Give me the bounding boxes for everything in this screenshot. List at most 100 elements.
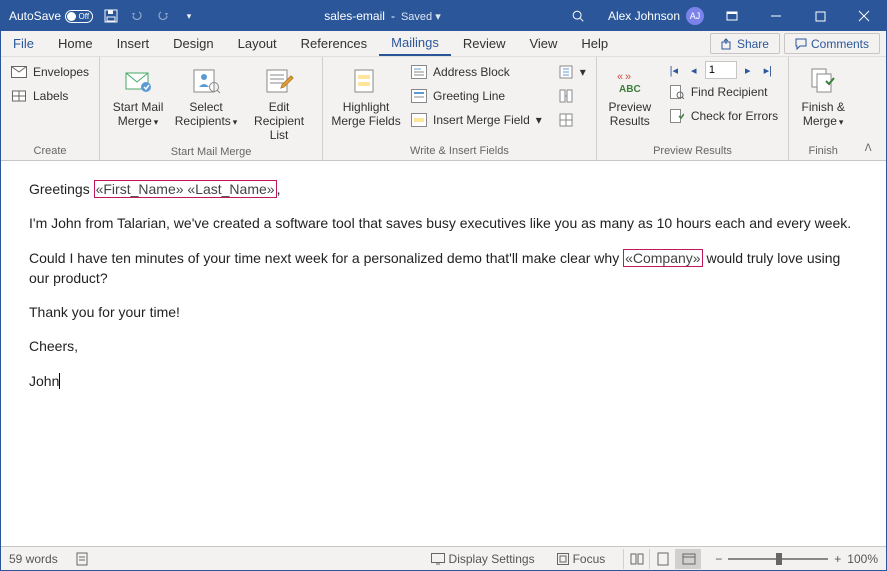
first-record-button[interactable]: |◂ (665, 61, 683, 79)
recipients-icon (190, 65, 222, 97)
share-button[interactable]: Share (710, 33, 780, 54)
word-count[interactable]: 59 words (9, 552, 58, 566)
web-layout-button[interactable] (675, 549, 701, 569)
last-record-button[interactable]: ▸| (759, 61, 777, 79)
paragraph-ask: Could I have ten minutes of your time ne… (29, 248, 858, 289)
read-mode-button[interactable] (623, 549, 649, 569)
ribbon-display-options-icon[interactable] (710, 1, 754, 31)
text-cursor (59, 373, 60, 389)
autosave-label: AutoSave (9, 9, 61, 23)
edit-list-icon (263, 65, 295, 97)
tab-insert[interactable]: Insert (105, 31, 162, 56)
finish-merge-button[interactable]: Finish &Merge▾ (795, 61, 851, 131)
print-layout-button[interactable] (649, 549, 675, 569)
finish-icon (807, 65, 839, 97)
minimize-icon[interactable] (754, 1, 798, 31)
record-navigator: |◂ ◂ ▸ ▸| (665, 61, 782, 79)
find-recipient-button[interactable]: Find Recipient (665, 81, 782, 103)
close-icon[interactable] (842, 1, 886, 31)
group-label-preview: Preview Results (597, 143, 788, 160)
paragraph-signature: John (29, 371, 858, 391)
redo-icon[interactable] (155, 8, 171, 24)
group-label-create: Create (1, 143, 99, 160)
zoom-in-button[interactable]: + (834, 552, 841, 566)
user-account[interactable]: Alex Johnson AJ (608, 7, 704, 25)
find-icon (669, 84, 685, 100)
focus-button[interactable]: Focus (553, 552, 610, 566)
insert-merge-field-button[interactable]: Insert Merge Field ▾ (407, 109, 546, 131)
group-label-write: Write & Insert Fields (323, 143, 596, 160)
avatar: AJ (686, 7, 704, 25)
tab-file[interactable]: File (1, 31, 46, 56)
view-modes (623, 549, 701, 569)
group-label-finish: Finish (789, 143, 857, 160)
focus-icon (557, 553, 569, 565)
merge-field-company: «Company» (623, 249, 703, 267)
merge-field-name: «First_Name» «Last_Name» (94, 180, 277, 198)
window-controls (710, 1, 886, 31)
ribbon: Envelopes Labels Create Start MailMerge▾… (1, 57, 886, 161)
match-fields-icon (558, 88, 574, 104)
edit-recipient-list-button[interactable]: EditRecipient List (242, 61, 316, 144)
insert-field-icon (411, 112, 427, 128)
undo-icon[interactable] (129, 8, 145, 24)
spelling-status-icon[interactable] (72, 552, 94, 566)
check-errors-icon (669, 108, 685, 124)
tab-help[interactable]: Help (569, 31, 620, 56)
tab-view[interactable]: View (517, 31, 569, 56)
update-labels-button[interactable] (554, 109, 590, 131)
zoom-slider[interactable] (728, 558, 828, 560)
envelopes-button[interactable]: Envelopes (7, 61, 93, 83)
titlebar-title: sales-email - Saved ▾ (197, 9, 568, 23)
tab-references[interactable]: References (289, 31, 379, 56)
save-icon[interactable] (103, 8, 119, 24)
paragraph-cheers: Cheers, (29, 336, 858, 356)
tab-design[interactable]: Design (161, 31, 225, 56)
toggle-switch[interactable]: Off (65, 10, 93, 23)
autosave-toggle[interactable]: AutoSave Off (9, 9, 93, 23)
group-finish: Finish &Merge▾ Finish (789, 57, 857, 160)
highlight-merge-fields-button[interactable]: HighlightMerge Fields (329, 61, 403, 131)
status-bar: 59 words Display Settings Focus − + 100% (1, 546, 886, 570)
labels-button[interactable]: Labels (7, 85, 93, 107)
prev-record-button[interactable]: ◂ (685, 61, 703, 79)
document-body[interactable]: Greetings «First_Name» «Last_Name», I'm … (1, 161, 886, 546)
collapse-ribbon-button[interactable]: ᐱ (857, 57, 879, 160)
next-record-button[interactable]: ▸ (739, 61, 757, 79)
tab-layout[interactable]: Layout (226, 31, 289, 56)
preview-results-button[interactable]: «»ABC PreviewResults (603, 61, 657, 131)
zoom-percent[interactable]: 100% (847, 552, 878, 566)
tab-mailings[interactable]: Mailings (379, 31, 451, 56)
display-icon (431, 553, 445, 565)
chevron-down-icon: ▾ (536, 113, 542, 127)
chevron-down-icon[interactable]: ▾ (181, 8, 197, 24)
group-start-mail-merge: Start MailMerge▾ SelectRecipients▾ EditR… (100, 57, 323, 160)
doc-name: sales-email (324, 9, 385, 23)
greeting-line-button[interactable]: Greeting Line (407, 85, 546, 107)
tab-review[interactable]: Review (451, 31, 518, 56)
zoom-out-button[interactable]: − (715, 552, 722, 566)
paragraph-thanks: Thank you for your time! (29, 302, 858, 322)
search-icon[interactable] (568, 8, 588, 24)
update-labels-icon (558, 112, 574, 128)
comments-button[interactable]: Comments (784, 33, 880, 54)
check-errors-button[interactable]: Check for Errors (665, 105, 782, 127)
maximize-icon[interactable] (798, 1, 842, 31)
address-block-icon (411, 64, 427, 80)
record-number-input[interactable] (705, 61, 737, 79)
match-fields-button[interactable] (554, 85, 590, 107)
svg-text:»: » (625, 71, 631, 83)
titlebar-left: AutoSave Off ▾ (1, 8, 197, 24)
select-recipients-button[interactable]: SelectRecipients▾ (174, 61, 238, 131)
tab-home[interactable]: Home (46, 31, 105, 56)
zoom-control: − + 100% (715, 552, 878, 566)
saved-state[interactable]: Saved ▾ (401, 10, 441, 23)
paragraph-greeting: Greetings «First_Name» «Last_Name», (29, 179, 858, 199)
rules-button[interactable]: ▾ (554, 61, 590, 83)
paragraph-intro: I'm John from Talarian, we've created a … (29, 213, 858, 233)
display-settings-button[interactable]: Display Settings (427, 552, 539, 566)
address-block-button[interactable]: Address Block (407, 61, 546, 83)
start-mail-merge-button[interactable]: Start MailMerge▾ (106, 61, 170, 131)
share-icon (721, 38, 733, 50)
greeting-line-icon (411, 88, 427, 104)
